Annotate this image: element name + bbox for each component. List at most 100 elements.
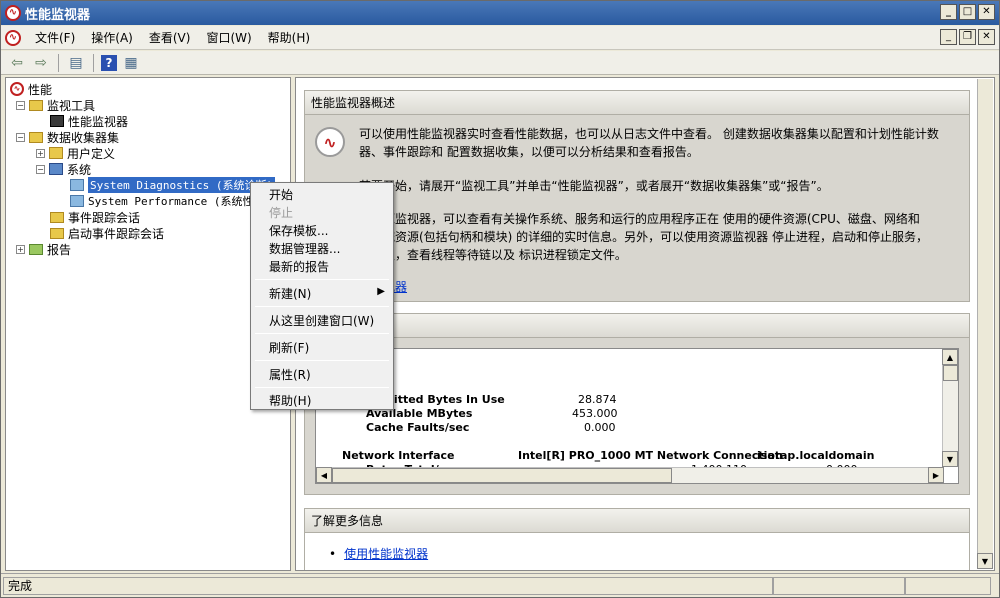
learn-more-header[interactable]: 了解更多信息 (305, 509, 969, 533)
summary-section: mmitted Bytes In Use 28.874 Available MB… (304, 313, 970, 495)
expand-icon[interactable]: + (16, 244, 25, 254)
collapse-icon[interactable]: − (16, 132, 25, 142)
submenu-arrow-icon: ▶ (377, 286, 385, 297)
toolbar: ⇦ ⇨ ▤ ? ▦ (1, 51, 999, 75)
menu-file[interactable]: 文件(F) (27, 29, 83, 46)
network-adapter-label: Intel[R] PRO_1000 MT Network Connection (518, 449, 783, 462)
folder-icon (50, 211, 64, 223)
menu-item-start[interactable]: 开始 (251, 185, 393, 203)
menu-separator (255, 279, 389, 280)
collector-set-icon (70, 195, 84, 207)
details-pane: 性能监视器概述 ∿ 可以使用性能监视器实时查看性能数据，也可以从日志文件中查看。… (295, 77, 995, 571)
system-folder-icon (49, 163, 63, 175)
mmc-menu-icon[interactable]: ∿ (5, 29, 21, 46)
menu-separator (255, 360, 389, 361)
tree-item-reports[interactable]: + 报告 (16, 241, 71, 257)
scroll-right-icon[interactable]: ▶ (928, 467, 944, 483)
scroll-thumb[interactable] (332, 468, 672, 483)
tree-label: 启动事件跟踪会话 (68, 226, 165, 241)
tree-item-data-collector-sets[interactable]: − 数据收集器集 (16, 129, 119, 145)
menu-item-properties[interactable]: 属性(R) (251, 365, 393, 383)
menu-item-label: 新建(N) (269, 286, 312, 301)
tree-label: 监视工具 (47, 98, 96, 113)
summary-value: 28.874 (578, 393, 617, 406)
summary-horizontal-scrollbar[interactable]: ◀ ▶ (316, 467, 944, 483)
isatap-label: isatap.localdomain (757, 449, 875, 462)
summary-vertical-scrollbar[interactable]: ▲ ▼ (942, 349, 958, 467)
tree-item-system-diagnostics[interactable]: System Diagnostics (系统诊断) (70, 177, 276, 193)
tree-item-perf-monitor[interactable]: 性能监视器 (50, 113, 128, 129)
tree-label: 性能监视器 (68, 114, 129, 129)
scroll-thumb[interactable] (943, 365, 958, 381)
maximize-button[interactable]: □ (959, 4, 976, 20)
overview-section: 性能监视器概述 ∿ 可以使用性能监视器实时查看性能数据，也可以从日志文件中查看。… (304, 90, 970, 302)
window-controls: _ □ ✕ (940, 4, 995, 20)
mdi-minimize-button[interactable]: _ (940, 29, 957, 45)
tree-label: 系统 (67, 162, 92, 177)
menu-item-refresh[interactable]: 刷新(F) (251, 338, 393, 356)
menu-item-data-manager[interactable]: 数据管理器... (251, 239, 393, 257)
menu-window[interactable]: 窗口(W) (198, 29, 259, 46)
tree-item-performance[interactable]: ∿ 性能 (10, 81, 52, 97)
scroll-down-icon[interactable]: ▼ (977, 553, 993, 569)
tree-item-user-defined[interactable]: + 用户定义 (36, 145, 115, 161)
help-icon[interactable]: ? (101, 54, 117, 71)
collapse-icon[interactable]: − (16, 100, 25, 110)
menu-item-stop: 停止 (269, 205, 294, 220)
tree-label: 性能 (28, 82, 53, 97)
perf-app-icon: ∿ (5, 5, 21, 21)
tree-label: 报告 (47, 242, 72, 257)
menu-separator (255, 306, 389, 307)
collapse-icon[interactable]: − (36, 164, 45, 174)
scroll-left-icon[interactable]: ◀ (316, 467, 332, 483)
tree-item-event-trace[interactable]: 事件跟踪会话 (50, 209, 140, 225)
menu-bar: ∿ 文件(F) 操作(A) 查看(V) 窗口(W) 帮助(H) (1, 26, 999, 50)
summary-value: 0.000 (584, 421, 616, 434)
properties-pane-icon[interactable]: ▦ (121, 54, 141, 72)
menu-action[interactable]: 操作(A) (83, 29, 141, 46)
expand-icon[interactable]: + (36, 148, 45, 158)
summary-label: Cache Faults/sec (366, 421, 470, 434)
menu-item-new[interactable]: 新建(N) ▶ (251, 284, 393, 302)
scroll-down-icon[interactable]: ▼ (942, 451, 958, 467)
tree-label: System Performance (系统性能) (88, 195, 272, 208)
window-title: 性能监视器 (25, 7, 91, 23)
folder-icon (29, 131, 43, 143)
menu-item-save-template[interactable]: 保存模板... (251, 221, 393, 239)
back-arrow-icon[interactable]: ⇦ (7, 54, 27, 72)
overview-header[interactable]: 性能监视器概述 (305, 91, 969, 115)
perf-monitor-icon: ∿ (315, 127, 345, 157)
menu-view[interactable]: 查看(V) (141, 29, 199, 46)
bullet-icon: • (329, 546, 337, 561)
menu-help[interactable]: 帮助(H) (260, 29, 318, 46)
tree-item-monitor-tools[interactable]: − 监视工具 (16, 97, 95, 113)
menu-item-new-window[interactable]: 从这里创建窗口(W) (251, 311, 393, 329)
tree-label: 事件跟踪会话 (68, 210, 141, 225)
use-perf-monitor-link[interactable]: 使用性能监视器 (344, 545, 428, 562)
user-folder-icon (49, 147, 63, 159)
menu-item-help[interactable]: 帮助(H) (251, 391, 393, 409)
tree-item-system[interactable]: − 系统 (36, 161, 91, 177)
overview-paragraph-1: 可以使用性能监视器实时查看性能数据，也可以从日志文件中查看。 创建数据收集器集以… (359, 127, 939, 159)
summary-table: mmitted Bytes In Use 28.874 Available MB… (315, 348, 959, 484)
status-text: 完成 (3, 576, 773, 595)
folder-icon (29, 99, 43, 111)
minimize-button[interactable]: _ (940, 4, 957, 20)
overview-paragraph-3: 的资源监视器，可以查看有关操作系统、服务和运行的应用程序正在 使用的硬件资源(C… (359, 212, 920, 226)
tree-label: 用户定义 (67, 146, 116, 161)
details-vertical-scrollbar[interactable]: ▼ (977, 79, 993, 569)
scroll-up-icon[interactable]: ▲ (942, 349, 958, 365)
close-button[interactable]: ✕ (978, 4, 995, 20)
toolbar-separator (58, 53, 59, 72)
menu-separator (255, 387, 389, 388)
console-tree: ∿ 性能 − 监视工具 性能监视器 − 数据收集器集 + 用户定义 − 系统 S… (5, 77, 291, 571)
forward-arrow-icon[interactable]: ⇨ (31, 54, 51, 72)
summary-header[interactable] (305, 314, 969, 338)
mdi-restore-button[interactable]: ❐ (959, 29, 976, 45)
tree-item-system-performance[interactable]: System Performance (系统性能) (70, 193, 271, 209)
mdi-close-button[interactable]: ✕ (978, 29, 995, 45)
menu-item-latest-report[interactable]: 最新的报告 (251, 257, 393, 275)
overview-paragraph-2: 若要开始，请展开“监视工具”并单击“性能监视器”，或者展开“数据收集器集”或“报… (359, 179, 829, 193)
tree-item-startup-trace[interactable]: 启动事件跟踪会话 (50, 225, 164, 241)
show-hide-console-tree-icon[interactable]: ▤ (66, 54, 86, 72)
